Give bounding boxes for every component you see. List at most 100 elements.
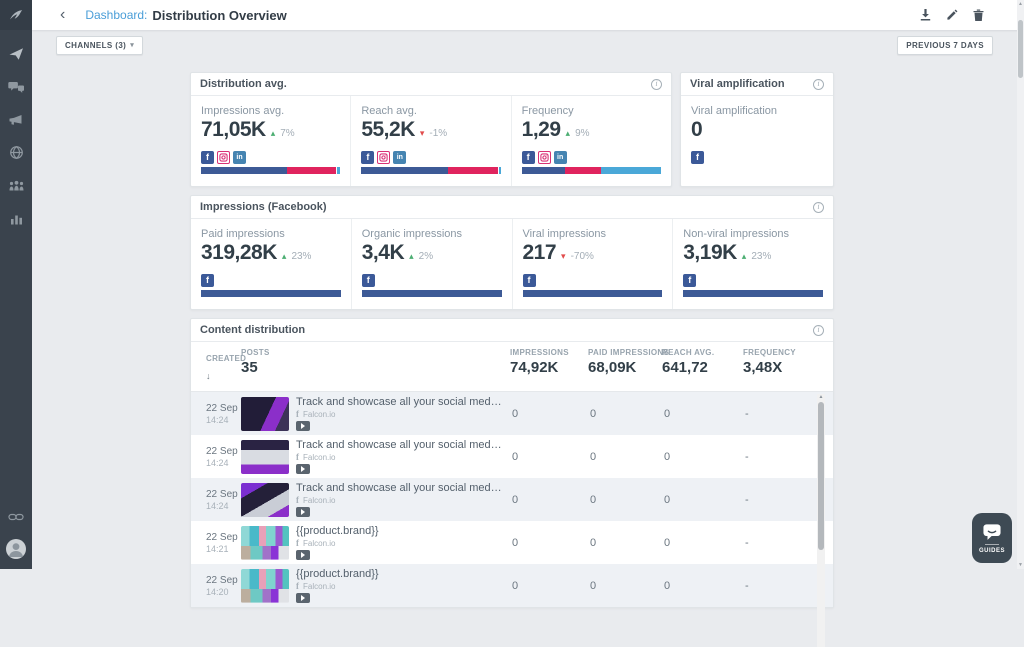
user-avatar[interactable] <box>6 539 26 559</box>
card-title: Content distribution <box>200 324 305 336</box>
measure-icon[interactable] <box>9 211 24 226</box>
metric-viral-impressions: Viral impressions 217 ▾ -70% f <box>512 219 673 309</box>
chat-bubble-icon <box>982 523 1002 541</box>
back-button[interactable]: ‹ <box>60 7 65 23</box>
channels-filter-button[interactable]: CHANNELS (3) ▾ <box>56 36 143 55</box>
table-row[interactable]: 22 Sep 14:24 Track and showcase all your… <box>191 392 833 435</box>
metric-label: Viral impressions <box>523 228 663 240</box>
column-header-frequency[interactable]: FREQUENCY <box>743 348 818 357</box>
column-header-posts[interactable]: POSTS <box>241 348 510 357</box>
post-thumbnail[interactable] <box>241 526 289 560</box>
table-row[interactable]: 22 Sep 14:21 {{product.brand}} f Falcon.… <box>191 521 833 564</box>
card-title: Impressions (Facebook) <box>200 201 327 213</box>
engage-icon[interactable] <box>8 80 25 95</box>
delete-icon[interactable] <box>973 9 984 21</box>
table-row[interactable]: 22 Sep 14:24 Track and showcase all your… <box>191 478 833 521</box>
post-date: 22 Sep <box>206 575 241 586</box>
metric-label: Frequency <box>522 105 661 117</box>
post-source: Falcon.io <box>303 496 335 505</box>
metric-nonviral-impressions: Non-viral impressions 3,19K ▴ 23% f <box>672 219 833 309</box>
cell-paid-impressions: 0 <box>588 537 662 549</box>
facebook-source-icon: f <box>296 581 299 591</box>
advertise-icon[interactable] <box>8 113 24 127</box>
channel-distribution-bar <box>361 167 500 174</box>
post-message[interactable]: Track and showcase all your social media… <box>296 396 504 408</box>
page-scrollbar[interactable]: ▲ ▼ <box>1017 0 1024 569</box>
table-scrollbar-thumb[interactable] <box>818 402 824 550</box>
cell-frequency: - <box>743 408 818 420</box>
bar-segment-linkedin <box>601 167 661 174</box>
column-header-paid-impressions[interactable]: PAID IMPRESSIONS <box>588 348 662 357</box>
cell-reach-avg: 0 <box>662 494 743 506</box>
trend-percent: 23% <box>751 251 771 262</box>
table-row[interactable]: 22 Sep 14:24 Track and showcase all your… <box>191 435 833 478</box>
trend-percent: 2% <box>419 251 433 262</box>
column-header-impressions[interactable]: IMPRESSIONS <box>510 348 588 357</box>
channel-distribution-bar <box>201 290 341 297</box>
post-time: 14:24 <box>206 415 241 425</box>
metric-value: 319,28K <box>201 241 277 265</box>
post-date: 22 Sep <box>206 446 241 457</box>
bar-segment-facebook <box>201 167 287 174</box>
post-date: 22 Sep <box>206 403 241 414</box>
post-message[interactable]: Track and showcase all your social media… <box>296 439 504 451</box>
download-icon[interactable] <box>920 9 931 21</box>
table-row[interactable]: 22 Sep 14:20 {{product.brand}} f Falcon.… <box>191 564 833 607</box>
table-scrollbar[interactable]: ▲ <box>817 394 825 647</box>
scroll-up-icon[interactable]: ▲ <box>817 394 825 401</box>
cell-paid-impressions: 0 <box>588 580 662 592</box>
trend-percent: 7% <box>280 128 294 139</box>
impressions-facebook-card: Impressions (Facebook) i Paid impression… <box>190 195 834 310</box>
guides-widget[interactable]: GUIDES <box>972 513 1012 563</box>
cell-reach-avg: 0 <box>662 408 743 420</box>
cell-paid-impressions: 0 <box>588 494 662 506</box>
dark-post-icon <box>296 550 310 560</box>
post-thumbnail[interactable] <box>241 397 289 431</box>
facebook-icon: f <box>522 151 535 164</box>
post-thumbnail[interactable] <box>241 569 289 603</box>
edit-icon[interactable] <box>946 9 958 21</box>
dark-post-icon <box>296 507 310 517</box>
post-message[interactable]: Track and showcase all your social media… <box>296 482 504 494</box>
info-icon[interactable]: i <box>813 325 824 336</box>
scroll-up-icon[interactable]: ▲ <box>1017 0 1024 8</box>
metric-reach-avg: Reach avg. 55,2K ▾ -1% f in <box>350 96 510 186</box>
channel-distribution-bar <box>683 290 823 297</box>
post-time: 14:21 <box>206 544 241 554</box>
audience-icon[interactable] <box>8 178 25 193</box>
facebook-icon: f <box>201 151 214 164</box>
info-icon[interactable]: i <box>813 202 824 213</box>
date-range-button[interactable]: PREVIOUS 7 DAYS <box>897 36 993 55</box>
metric-value: 3,19K <box>683 241 737 265</box>
post-message[interactable]: {{product.brand}} <box>296 525 504 537</box>
column-header-reach-avg[interactable]: REACH AVG. <box>662 348 743 357</box>
listen-icon[interactable] <box>9 145 24 160</box>
chevron-down-icon: ▾ <box>130 41 134 49</box>
info-icon[interactable]: i <box>813 79 824 90</box>
post-source: Falcon.io <box>303 410 335 419</box>
page-scrollbar-thumb[interactable] <box>1018 20 1023 78</box>
impressions-total: 74,92K <box>510 359 588 376</box>
metric-label: Reach avg. <box>361 105 500 117</box>
trend-percent: 23% <box>291 251 311 262</box>
metric-label: Viral amplification <box>691 105 823 117</box>
link-icon[interactable] <box>8 509 24 527</box>
viral-amplification-card: Viral amplification i Viral amplificatio… <box>680 72 834 187</box>
info-icon[interactable]: i <box>651 79 662 90</box>
scroll-down-icon[interactable]: ▼ <box>1017 561 1024 569</box>
publish-icon[interactable] <box>8 46 24 62</box>
bar-segment-instagram <box>565 167 601 174</box>
linkedin-icon: in <box>554 151 567 164</box>
instagram-icon <box>217 151 230 164</box>
dark-post-icon <box>296 464 310 474</box>
post-thumbnail[interactable] <box>241 483 289 517</box>
post-time: 14:20 <box>206 587 241 597</box>
falcon-logo[interactable] <box>0 0 32 30</box>
post-thumbnail[interactable] <box>241 440 289 474</box>
linkedin-icon: in <box>233 151 246 164</box>
post-message[interactable]: {{product.brand}} <box>296 568 504 580</box>
post-source: Falcon.io <box>303 539 335 548</box>
breadcrumb[interactable]: Dashboard: <box>85 8 147 22</box>
sort-descending-icon[interactable]: ↓ <box>206 371 211 381</box>
trend-up-icon: ▴ <box>742 251 747 262</box>
